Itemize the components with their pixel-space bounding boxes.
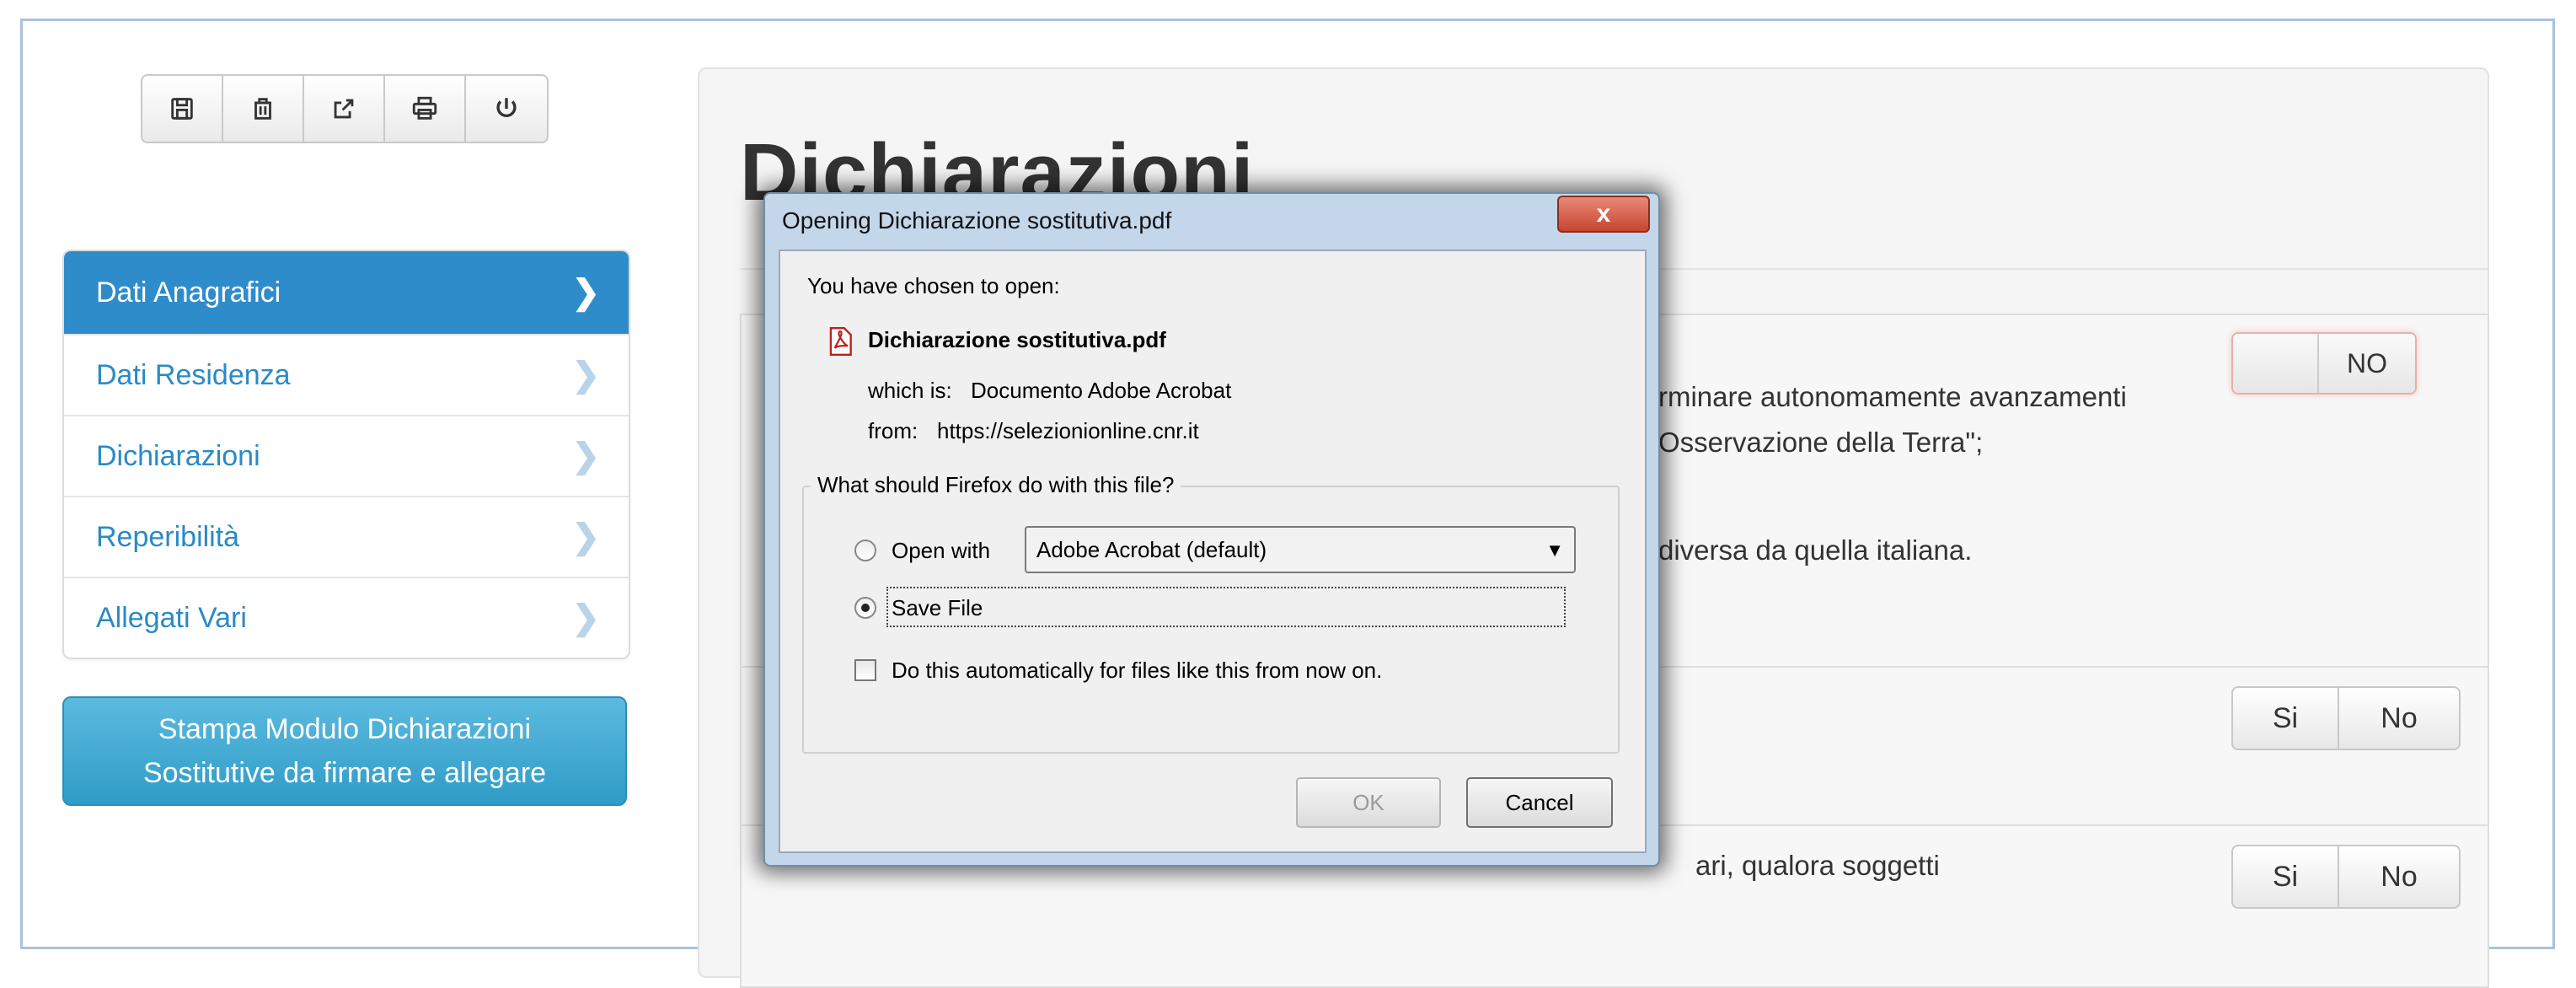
print-declarations-button[interactable]: Stampa Modulo Dichiarazioni Sostitutive … bbox=[62, 696, 627, 806]
dropdown-arrow-icon: ▼ bbox=[1545, 540, 1564, 561]
sidebar-item-dichiarazioni[interactable]: Dichiarazioni ❯ bbox=[64, 415, 629, 496]
save-file-focus-ring bbox=[886, 587, 1566, 627]
file-name: Dichiarazione sostitutiva.pdf bbox=[868, 327, 1166, 352]
declaration-text: rminare autonomamente avanzamenti bbox=[1658, 381, 2127, 412]
save-button[interactable] bbox=[142, 76, 223, 142]
sidebar-item-label: Reperibilità bbox=[96, 520, 240, 553]
declaration-text: diversa da quella italiana. bbox=[1658, 534, 1973, 566]
sidebar-item-dati-anagrafici[interactable]: Dati Anagrafici ❯ bbox=[64, 251, 629, 334]
logout-button[interactable] bbox=[466, 76, 547, 142]
open-with-label: Open with bbox=[892, 538, 991, 563]
delete-button[interactable] bbox=[223, 76, 304, 142]
share-icon bbox=[334, 99, 354, 119]
toggle-label: NO bbox=[2319, 334, 2415, 393]
declaration-text: Osservazione della Terra"; bbox=[1658, 427, 1984, 458]
chevron-right-icon: ❯ bbox=[571, 599, 600, 636]
toggle-knob bbox=[2233, 334, 2319, 393]
print-declarations-label-line2: Sostitutive da firmare e allegare bbox=[142, 757, 547, 789]
sidebar-item-allegati-vari[interactable]: Allegati Vari ❯ bbox=[64, 577, 629, 658]
chevron-right-icon: ❯ bbox=[571, 518, 600, 556]
chosen-text: You have chosen to open: bbox=[807, 273, 1060, 298]
chevron-right-icon: ❯ bbox=[571, 438, 600, 475]
which-is-value: Documento Adobe Acrobat bbox=[971, 378, 1232, 403]
sidebar-menu: Dati Anagrafici ❯ Dati Residenza ❯ Dichi… bbox=[62, 250, 630, 659]
which-is-label: which is: bbox=[868, 378, 952, 403]
from-value: https://selezionionline.cnr.it bbox=[937, 418, 1199, 443]
from-label: from: bbox=[868, 418, 918, 443]
yes-no-segmented: Si No bbox=[2231, 686, 2461, 750]
pdf-icon bbox=[829, 326, 852, 357]
yes-no-toggle[interactable]: NO bbox=[2231, 332, 2417, 395]
declaration-text: ari, qualora soggetti bbox=[1695, 850, 1940, 881]
cancel-button[interactable]: Cancel bbox=[1466, 777, 1613, 828]
share-button[interactable] bbox=[304, 76, 385, 142]
close-button[interactable]: x bbox=[1557, 196, 1650, 233]
auto-action-label: Do this automatically for files like thi… bbox=[892, 658, 1383, 683]
si-button[interactable]: Si bbox=[2233, 846, 2339, 907]
dialog-title: Opening Dichiarazione sostitutiva.pdf bbox=[782, 207, 1172, 234]
sidebar-item-label: Dati Residenza bbox=[96, 358, 291, 391]
no-button[interactable]: No bbox=[2339, 846, 2459, 907]
toolbar bbox=[141, 74, 549, 143]
save-icon bbox=[171, 98, 193, 120]
chevron-right-icon: ❯ bbox=[571, 274, 600, 311]
print-declarations-label-line1: Stampa Modulo Dichiarazioni bbox=[158, 713, 532, 745]
close-icon: x bbox=[1596, 200, 1611, 228]
ok-button[interactable]: OK bbox=[1296, 777, 1441, 828]
save-file-radio[interactable] bbox=[854, 597, 876, 619]
application-select-value: Adobe Acrobat (default) bbox=[1036, 536, 1267, 562]
sidebar-item-reperibilita[interactable]: Reperibilità ❯ bbox=[64, 496, 629, 577]
sidebar-item-label: Dati Anagrafici bbox=[96, 276, 281, 309]
sidebar-item-dati-residenza[interactable]: Dati Residenza ❯ bbox=[64, 334, 629, 415]
action-question: What should Firefox do with this file? bbox=[811, 472, 1181, 498]
save-file-label: Save File bbox=[892, 595, 983, 620]
chevron-right-icon: ❯ bbox=[571, 357, 600, 394]
sidebar-item-label: Dichiarazioni bbox=[96, 439, 260, 472]
auto-action-checkbox[interactable] bbox=[854, 659, 876, 681]
trash-icon bbox=[254, 98, 271, 120]
print-button[interactable] bbox=[385, 76, 466, 142]
si-button[interactable]: Si bbox=[2233, 688, 2339, 749]
print-icon bbox=[412, 96, 437, 120]
application-select[interactable]: Adobe Acrobat (default) ▼ bbox=[1025, 526, 1576, 573]
yes-no-segmented: Si No bbox=[2231, 845, 2461, 909]
no-button[interactable]: No bbox=[2339, 688, 2459, 749]
power-icon bbox=[496, 98, 517, 118]
open-with-radio[interactable] bbox=[854, 540, 876, 561]
sidebar-item-label: Allegati Vari bbox=[96, 601, 247, 634]
